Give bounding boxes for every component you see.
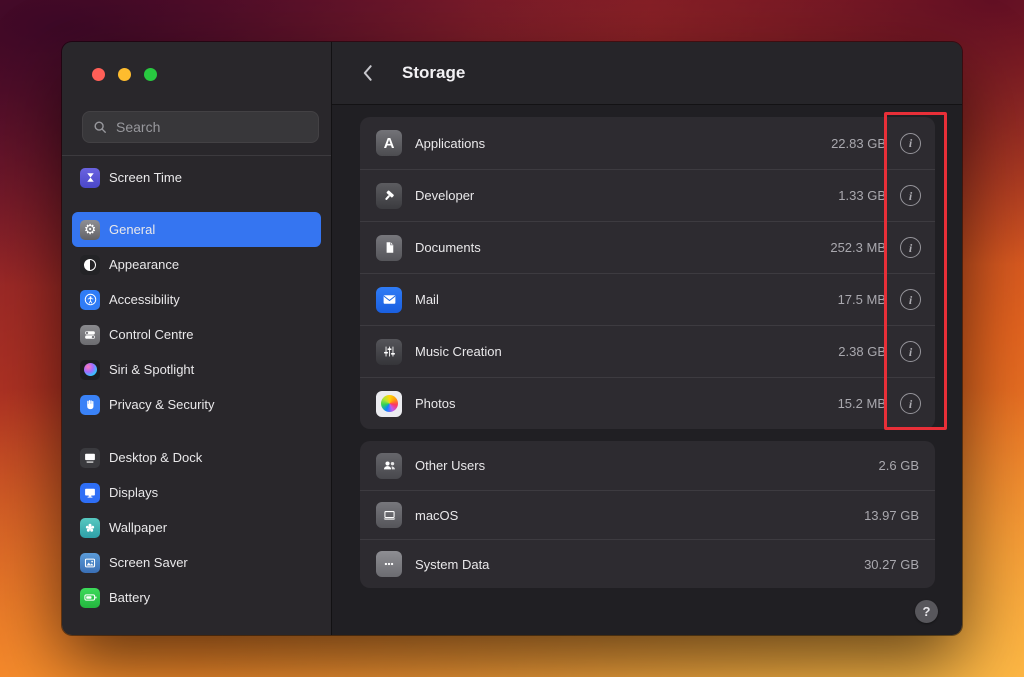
sidebar-item-label: Appearance — [109, 257, 179, 272]
storage-system-group: Other Users 2.6 GB macOS 13.97 GB — [360, 441, 935, 588]
sidebar-item-label: Battery — [109, 590, 150, 605]
photos-icon — [376, 391, 402, 417]
zoom-button[interactable] — [144, 68, 157, 81]
siri-spotlight-icon — [80, 360, 100, 380]
storage-row-label: Photos — [415, 396, 838, 411]
search-field[interactable] — [82, 111, 319, 143]
storage-row-label: Developer — [415, 188, 838, 203]
page-title: Storage — [402, 63, 465, 83]
chevron-left-icon — [362, 64, 373, 82]
sidebar-item-label: Screen Time — [109, 170, 182, 185]
appearance-icon — [80, 255, 100, 275]
displays-icon — [80, 483, 100, 503]
system-data-icon — [376, 551, 402, 577]
sidebar-item-general[interactable]: General — [72, 212, 321, 247]
music-creation-icon — [376, 339, 402, 365]
screen-saver-icon — [80, 553, 100, 573]
close-button[interactable] — [92, 68, 105, 81]
storage-row-size: 2.6 GB — [879, 458, 919, 473]
minimize-button[interactable] — [118, 68, 131, 81]
sidebar-item-label: Siri & Spotlight — [109, 362, 194, 377]
privacy-security-icon — [80, 395, 100, 415]
control-centre-icon — [80, 325, 100, 345]
accessibility-icon — [80, 290, 100, 310]
sidebar-item-screen-saver[interactable]: Screen Saver — [72, 545, 321, 580]
storage-row-size: 17.5 MB — [838, 292, 886, 307]
general-gear-icon — [80, 220, 100, 240]
storage-row-size: 2.38 GB — [838, 344, 886, 359]
info-icon[interactable] — [900, 289, 921, 310]
storage-row-size: 15.2 MB — [838, 396, 886, 411]
storage-row-size: 13.97 GB — [864, 508, 919, 523]
storage-pane: Storage Applications 22.83 GB — [332, 42, 962, 635]
sidebar-item-label: Desktop & Dock — [109, 450, 202, 465]
pane-header: Storage — [332, 42, 962, 105]
sidebar-item-label: Control Centre — [109, 327, 194, 342]
sidebar-item-wallpaper[interactable]: Wallpaper — [72, 510, 321, 545]
storage-row-label: Mail — [415, 292, 838, 307]
sidebar-item-label: Privacy & Security — [109, 397, 214, 412]
storage-row-system-data: System Data 30.27 GB — [360, 539, 935, 588]
sidebar-item-privacy-security[interactable]: Privacy & Security — [72, 387, 321, 422]
sidebar-item-screen-time[interactable]: Screen Time — [72, 160, 321, 195]
screen-time-icon — [80, 168, 100, 188]
storage-category-group: Applications 22.83 GB Developer — [360, 117, 935, 429]
applications-icon — [376, 130, 402, 156]
storage-row-documents: Documents 252.3 MB — [360, 221, 935, 273]
storage-row-developer: Developer 1.33 GB — [360, 169, 935, 221]
sidebar-item-accessibility[interactable]: Accessibility — [72, 282, 321, 317]
sidebar-item-siri-spotlight[interactable]: Siri & Spotlight — [72, 352, 321, 387]
sidebar-item-label: Wallpaper — [109, 520, 167, 535]
storage-row-label: Documents — [415, 240, 830, 255]
sidebar-item-label: Accessibility — [109, 292, 180, 307]
desktop-dock-icon — [80, 448, 100, 468]
documents-icon — [376, 235, 402, 261]
storage-row-size: 22.83 GB — [831, 136, 886, 151]
storage-row-macos: macOS 13.97 GB — [360, 490, 935, 539]
sidebar-item-appearance[interactable]: Appearance — [72, 247, 321, 282]
help-button[interactable]: ? — [915, 600, 938, 623]
storage-row-applications: Applications 22.83 GB — [360, 117, 935, 169]
storage-row-size: 252.3 MB — [830, 240, 886, 255]
info-icon[interactable] — [900, 133, 921, 154]
storage-row-photos: Photos 15.2 MB — [360, 377, 935, 429]
storage-row-label: Music Creation — [415, 344, 838, 359]
storage-row-size: 1.33 GB — [838, 188, 886, 203]
mail-icon — [376, 287, 402, 313]
sidebar-item-battery[interactable]: Battery — [72, 580, 321, 615]
storage-row-other-users: Other Users 2.6 GB — [360, 441, 935, 490]
back-button[interactable] — [362, 64, 384, 82]
info-icon[interactable] — [900, 185, 921, 206]
sidebar-header — [62, 42, 331, 156]
sidebar-item-label: Screen Saver — [109, 555, 188, 570]
sidebar: Screen Time General Appearance Acc — [62, 42, 332, 635]
sidebar-item-label: Displays — [109, 485, 158, 500]
info-icon[interactable] — [900, 393, 921, 414]
wallpaper-icon — [80, 518, 100, 538]
sidebar-item-control-centre[interactable]: Control Centre — [72, 317, 321, 352]
storage-row-music-creation: Music Creation 2.38 GB — [360, 325, 935, 377]
storage-row-label: Other Users — [415, 458, 879, 473]
storage-row-size: 30.27 GB — [864, 557, 919, 572]
storage-row-mail: Mail 17.5 MB — [360, 273, 935, 325]
sidebar-nav: Screen Time General Appearance Acc — [62, 156, 331, 615]
storage-row-label: Applications — [415, 136, 831, 151]
storage-row-label: macOS — [415, 508, 864, 523]
sidebar-item-desktop-dock[interactable]: Desktop & Dock — [72, 440, 321, 475]
window-controls — [92, 68, 331, 81]
info-icon[interactable] — [900, 237, 921, 258]
storage-content: Applications 22.83 GB Developer — [332, 105, 962, 588]
battery-icon — [80, 588, 100, 608]
storage-row-label: System Data — [415, 557, 864, 572]
sidebar-item-displays[interactable]: Displays — [72, 475, 321, 510]
search-input[interactable] — [114, 118, 308, 136]
macos-icon — [376, 502, 402, 528]
system-settings-window: Screen Time General Appearance Acc — [62, 42, 962, 635]
info-icon[interactable] — [900, 341, 921, 362]
developer-icon — [376, 183, 402, 209]
search-icon — [93, 120, 107, 134]
other-users-icon — [376, 453, 402, 479]
sidebar-item-label: General — [109, 222, 155, 237]
